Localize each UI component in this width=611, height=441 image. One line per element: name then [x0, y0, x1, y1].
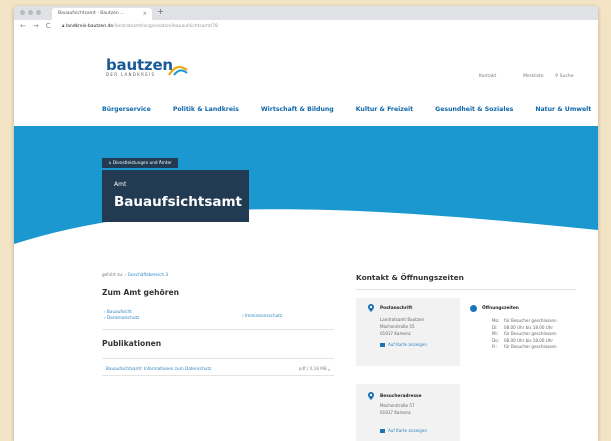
breadcrumb-label: Dienstleistungen und Ämter: [112, 160, 172, 165]
publikationen-heading: Publikationen: [102, 339, 162, 348]
browser-nav-buttons: ← → C: [20, 22, 51, 30]
page-title: Bauaufsichtsamt: [114, 194, 242, 210]
url-field[interactable]: 🔒︎ landkreis-bautzen.de/landratsamt/orga…: [62, 23, 218, 31]
search-label: Suche: [559, 74, 574, 79]
browser-window: Bauaufsichtsamt - Bautzen ... × + ← → C …: [14, 6, 598, 441]
postanschrift-line: 01917 Kamenz: [380, 331, 411, 336]
kontakt-heading: Kontakt & Öffnungszeiten: [356, 273, 464, 282]
nav-item-wirtschaft-bildung[interactable]: Wirtschaft & Bildung: [261, 106, 334, 113]
breadcrumb-arrow-icon: ↳: [108, 160, 112, 165]
browser-tab-bar: Bauaufsichtsamt - Bautzen ... × +: [14, 6, 598, 20]
url-path: /landratsamt/organisation/bauaufsichtsam…: [113, 24, 218, 29]
chevron-right-icon: ›: [124, 272, 127, 277]
besucheradresse-card: Besucheradresse Macherstraße 57 01917 Ka…: [356, 384, 460, 441]
oeffnungszeiten-title: Öffnungszeiten: [482, 306, 519, 311]
address-bar: ← → C 🔒︎ landkreis-bautzen.de/landratsam…: [14, 20, 598, 35]
belongs-to-link[interactable]: Geschäftsbereich 3: [128, 272, 168, 277]
maximize-window-dot[interactable]: [36, 10, 41, 15]
nav-item-gesundheit-soziales[interactable]: Gesundheit & Soziales: [435, 106, 513, 113]
opening-hours-row: Do: 08.00 Uhr bis 18.00 Uhr: [492, 337, 554, 343]
opening-hours-row: Mi: für Besucher geschlossen: [492, 331, 557, 337]
link-denkmalschutz[interactable]: › Denkmalschutz: [104, 315, 139, 321]
postanschrift-title: Postanschrift: [380, 306, 413, 311]
besucheradresse-line: 01917 Kamenz: [380, 410, 411, 415]
tab-title: Bauaufsichtsamt - Bautzen ...: [58, 11, 125, 16]
nav-item-buergerservice[interactable]: Bürgerservice: [102, 106, 151, 113]
logo-arc-icon: [168, 65, 188, 76]
minimize-window-dot[interactable]: [28, 10, 33, 15]
postanschrift-card: Postanschrift Landratsamt Bautzen Macher…: [356, 298, 460, 366]
map-icon: [380, 429, 385, 433]
browser-tab[interactable]: Bauaufsichtsamt - Bautzen ... ×: [52, 8, 152, 20]
reload-icon[interactable]: C: [46, 22, 51, 30]
opening-hours-row: Mo: für Besucher geschlossen: [492, 318, 557, 323]
zum-amt-links-left: › Bauaufsicht › Denkmalschutz: [104, 309, 139, 321]
url-host: landkreis-bautzen.de: [65, 24, 114, 29]
site-header: bautzen DER LANDKREIS Kontakt Merkliste …: [14, 34, 598, 126]
section-divider: [102, 329, 334, 330]
site-logo[interactable]: bautzen DER LANDKREIS: [106, 56, 188, 77]
nav-item-kultur-freizeit[interactable]: Kultur & Freizeit: [356, 106, 413, 113]
zum-amt-heading: Zum Amt gehören: [102, 288, 180, 297]
postanschrift-line: Macherstraße 55: [380, 324, 415, 329]
breadcrumb[interactable]: ↳ Dienstleistungen und Ämter: [102, 158, 178, 168]
lock-icon: 🔒︎: [62, 24, 65, 29]
window-controls: [20, 10, 41, 15]
search-icon: ⚲: [555, 74, 559, 79]
new-tab-icon[interactable]: +: [157, 7, 164, 16]
publication-row[interactable]: Bauaufsichtsamt: Informationen zum Daten…: [102, 363, 334, 376]
besucheradresse-title: Besucheradresse: [380, 394, 422, 399]
opening-hours-row: Fr: für Besucher geschlossen: [492, 344, 557, 350]
belongs-to-label: gehört zu:: [102, 272, 124, 277]
back-icon[interactable]: ←: [20, 22, 26, 30]
publication-title: Bauaufsichtsamt: Informationen zum Daten…: [106, 366, 212, 371]
besucheradresse-map-link[interactable]: Auf Karte anzeigen: [380, 428, 427, 433]
zum-amt-links-right: › Immissionsschutz: [242, 313, 282, 319]
merkliste-link[interactable]: Merkliste: [523, 74, 544, 79]
section-divider: [102, 358, 334, 359]
opening-hours-list: Mo: für Besucher geschlossen Di: 08.00 Uhr…: [492, 318, 557, 351]
search-link[interactable]: ⚲ Suche: [555, 74, 574, 79]
publication-meta: pdf | 0,18 MB ⤓: [298, 366, 330, 371]
besucheradresse-line: Macherstraße 57: [380, 403, 415, 408]
postanschrift-line: Landratsamt Bautzen: [380, 317, 425, 322]
location-pin-icon: [368, 392, 374, 400]
tab-close-icon[interactable]: ×: [143, 8, 147, 20]
section-divider: [356, 289, 576, 290]
main-navigation: Bürgerservice Politik & Landkreis Wirtsc…: [102, 106, 591, 113]
link-immissionsschutz[interactable]: › Immissionsschutz: [242, 313, 282, 319]
page-title-prefix: Amt: [114, 181, 127, 188]
clock-icon: [470, 305, 477, 312]
opening-hours-row: Di: 08.00 Uhr bis 18.00 Uhr: [492, 324, 554, 330]
nav-item-natur-umwelt[interactable]: Natur & Umwelt: [535, 106, 591, 113]
forward-icon[interactable]: →: [33, 22, 39, 30]
belongs-to-line: gehört zu: › Geschäftsbereich 3: [102, 272, 168, 277]
map-icon: [380, 343, 385, 347]
download-icon: ⤓: [328, 366, 330, 371]
location-pin-icon: [368, 304, 374, 312]
postanschrift-map-link[interactable]: Auf Karte anzeigen: [380, 342, 427, 347]
page-title-box: Amt Bauaufsichtsamt: [102, 170, 249, 222]
nav-item-politik-landkreis[interactable]: Politik & Landkreis: [173, 106, 239, 113]
close-window-dot[interactable]: [20, 10, 25, 15]
kontakt-link[interactable]: Kontakt: [479, 74, 496, 79]
